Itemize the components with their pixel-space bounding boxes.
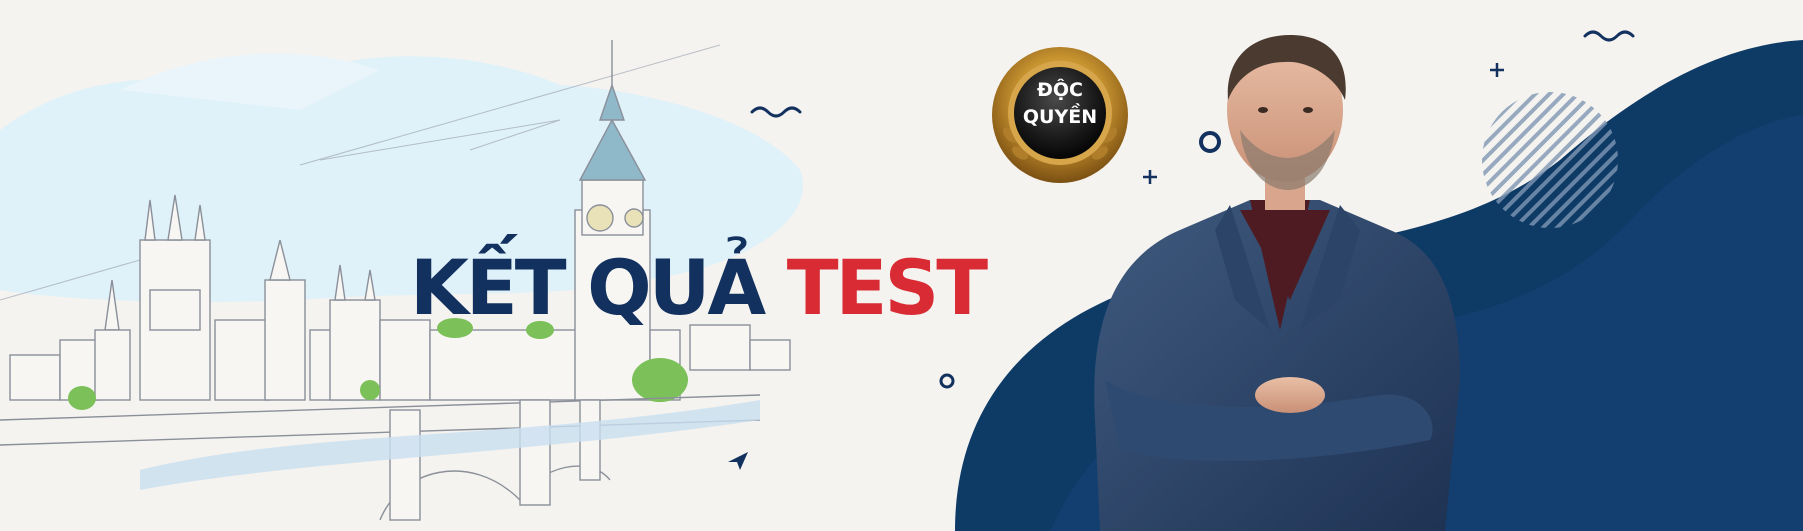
badge-line-2: QUYỀN <box>1022 106 1098 128</box>
badge-line-1: ĐỘC <box>1036 79 1083 101</box>
hero-banner: ĐỘC QUYỀN KẾT QUẢ TEST <box>0 0 1803 531</box>
plus-icon <box>1143 170 1157 184</box>
river <box>140 400 760 490</box>
wave-icon <box>1583 30 1635 42</box>
ring-icon <box>939 373 955 389</box>
exclusive-badge: ĐỘC QUYỀN <box>990 45 1130 185</box>
page-title: KẾT QUẢ TEST <box>410 238 1010 338</box>
paper-plane-icon <box>728 452 748 470</box>
title-part-2: TEST <box>786 243 988 332</box>
ring-icon <box>1199 131 1221 153</box>
plus-icon <box>1490 63 1504 77</box>
wave-icon <box>750 106 802 118</box>
man-portrait <box>1094 35 1460 531</box>
title-part-1: KẾT QUẢ <box>410 243 766 332</box>
badge-label: ĐỘC QUYỀN <box>990 77 1130 131</box>
striped-circle-icon <box>1482 92 1618 228</box>
